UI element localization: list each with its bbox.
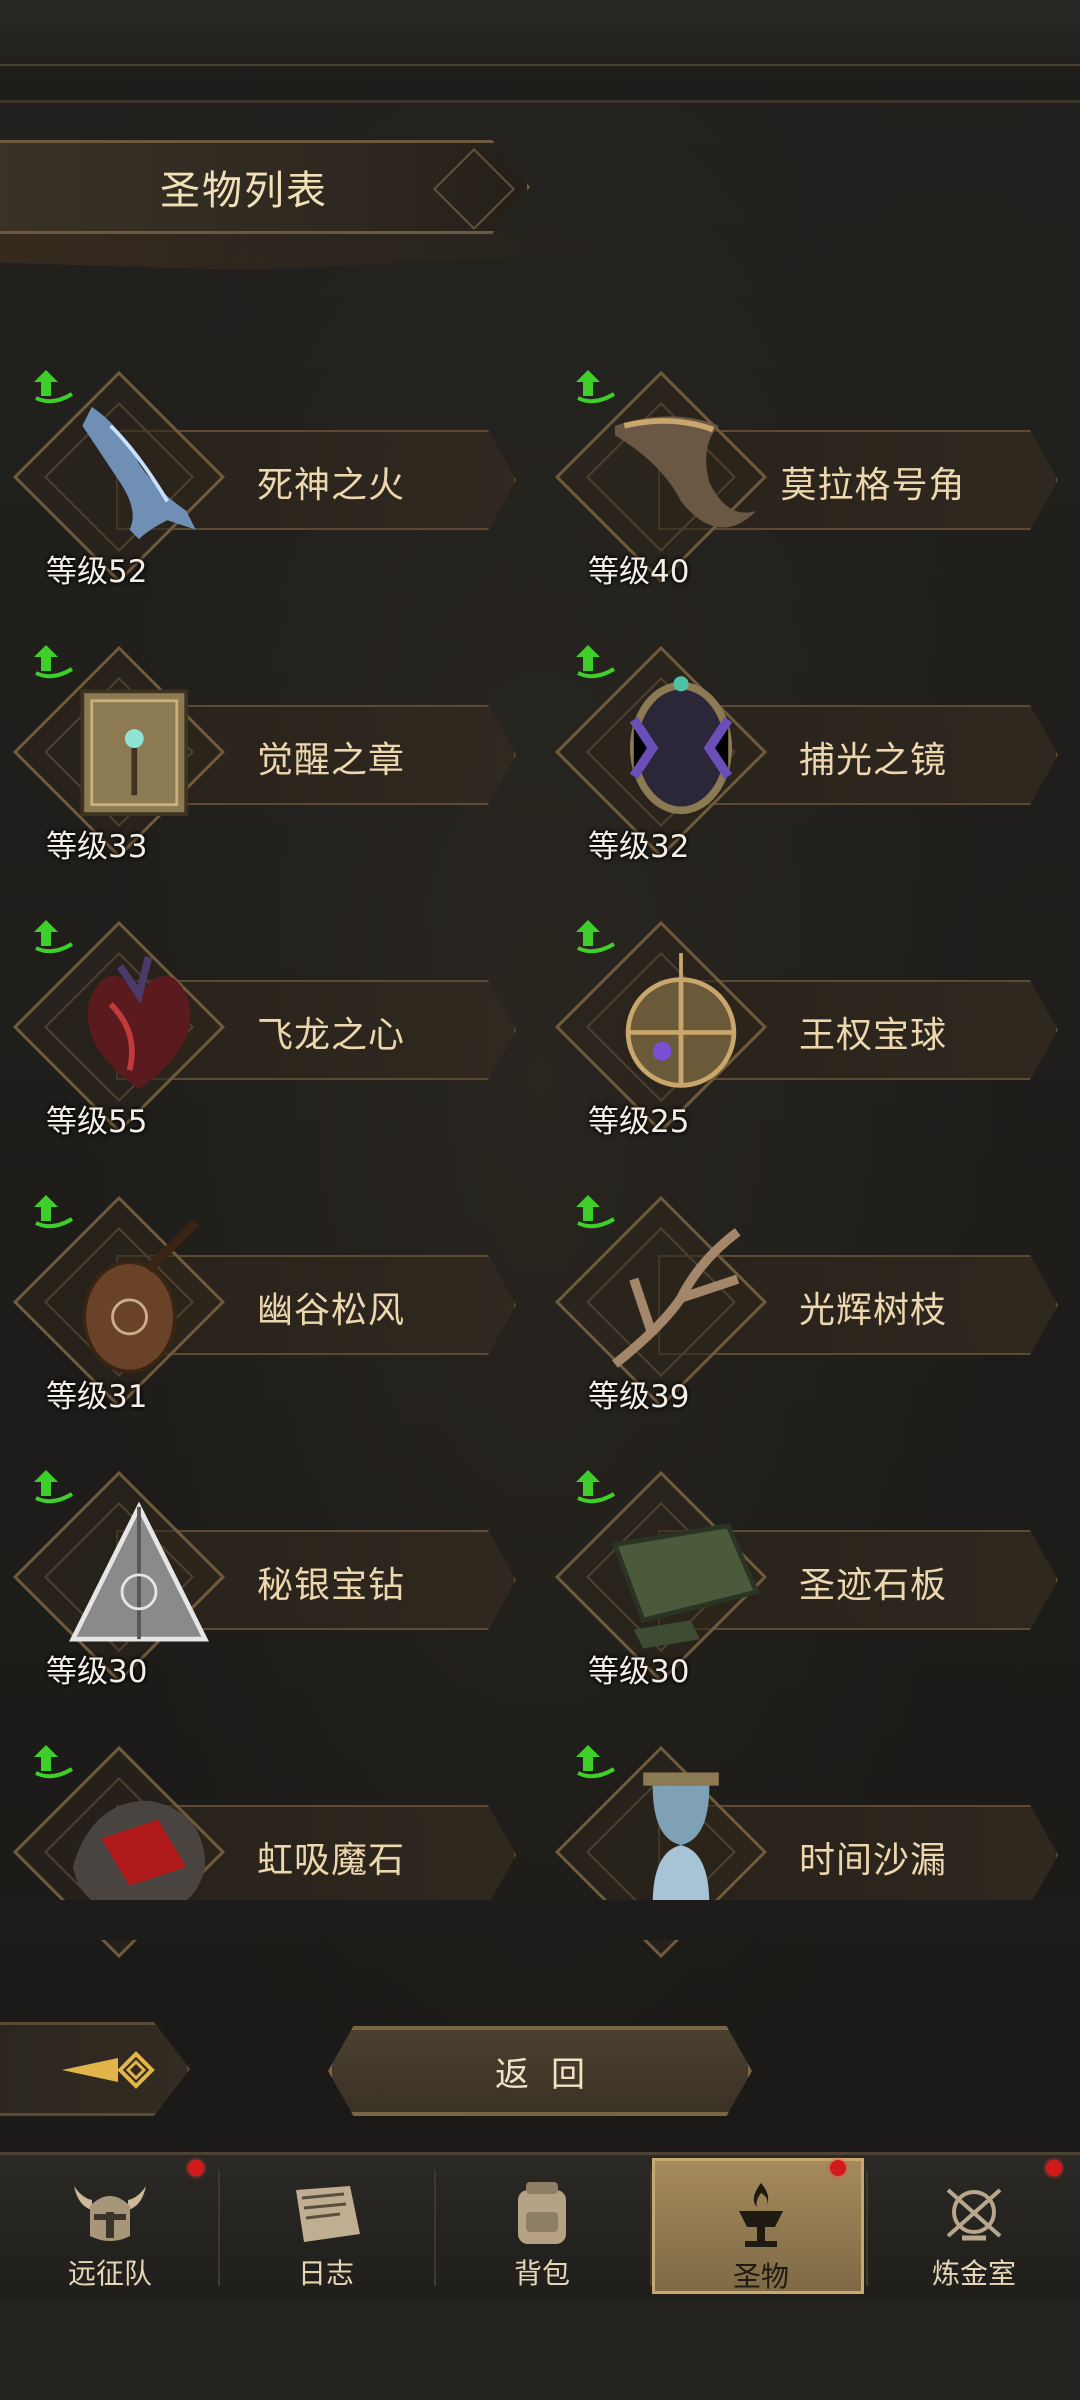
relic-card[interactable]: 莫拉格号角等级40: [548, 368, 1068, 598]
relic-card[interactable]: 光辉树枝等级39: [548, 1193, 1068, 1423]
tab-label: 日志: [297, 2257, 354, 2290]
relic-name: 莫拉格号角: [780, 465, 966, 506]
upgrade-arrow-icon: [34, 1470, 74, 1504]
tab-label: 背包: [513, 2257, 570, 2290]
tab-label: 远征队: [67, 2257, 152, 2290]
tab-label: 炼金室: [931, 2257, 1016, 2290]
backpack-icon: [518, 2182, 566, 2244]
upgrade-arrow-icon: [576, 1195, 616, 1229]
upgrade-arrow-icon: [34, 645, 74, 679]
relic-level: 等级40: [588, 554, 690, 590]
relic-name: 幽谷松风: [256, 1290, 405, 1331]
upgrade-arrow-icon: [34, 370, 74, 404]
relic-level: 等级55: [46, 1104, 148, 1140]
relic-name: 死神之火: [256, 465, 405, 506]
relic-name: 秘银宝钻: [256, 1565, 405, 1606]
upgrade-arrow-icon: [34, 1745, 74, 1779]
relic-card[interactable]: 飞龙之心等级55: [6, 918, 526, 1148]
relic-name: 虹吸魔石: [256, 1840, 405, 1881]
tab-expedition[interactable]: 远征队: [4, 2158, 216, 2294]
relic-level: 等级39: [588, 1379, 690, 1415]
notification-badge: [830, 2160, 846, 2176]
tab-alchemy[interactable]: 炼金室: [868, 2158, 1080, 2294]
relic-card[interactable]: 死神之火等级52: [6, 368, 526, 598]
upgrade-arrow-icon: [576, 1470, 616, 1504]
tab-relics[interactable]: 圣物: [652, 2158, 864, 2294]
relic-name: 圣迹石板: [798, 1565, 947, 1606]
relic-name: 飞龙之心: [256, 1015, 405, 1056]
tab-label: 圣物: [732, 2260, 789, 2293]
return-button[interactable]: 返回: [328, 2026, 752, 2116]
page-title: 圣物列表: [160, 168, 328, 214]
relic-card[interactable]: 捕光之镜等级32: [548, 643, 1068, 873]
brazier-icon: [739, 2183, 783, 2247]
upgrade-arrow-icon: [576, 645, 616, 679]
bottom-frame: [0, 2300, 1080, 2400]
relic-name: 捕光之镜: [798, 740, 947, 781]
relic-level: 等级32: [588, 829, 690, 865]
relic-level: 等级25: [588, 1104, 690, 1140]
relic-card[interactable]: 圣迹石板等级30: [548, 1468, 1068, 1698]
arrow-left-icon: [62, 2051, 155, 2089]
upgrade-arrow-icon: [34, 1195, 74, 1229]
tab-backpack[interactable]: 背包: [436, 2158, 648, 2294]
relic-card[interactable]: 王权宝球等级25: [548, 918, 1068, 1148]
relic-card[interactable]: 幽谷松风等级31: [6, 1193, 526, 1423]
upgrade-arrow-icon: [576, 370, 616, 404]
list-clip-edge: [0, 1900, 1080, 1940]
relic-name: 觉醒之章: [256, 740, 405, 781]
relic-name: 光辉树枝: [798, 1290, 947, 1331]
relic-card[interactable]: 秘银宝钻等级30: [6, 1468, 526, 1698]
relic-level: 等级30: [588, 1654, 690, 1690]
relic-name: 王权宝球: [798, 1015, 947, 1056]
scroll-icon: [296, 2186, 360, 2242]
relic-level: 等级33: [46, 829, 148, 865]
upgrade-arrow-icon: [34, 920, 74, 954]
notification-badge: [1046, 2160, 1062, 2176]
relic-name: 时间沙漏: [798, 1840, 947, 1881]
relic-level: 等级30: [46, 1654, 148, 1690]
notification-badge: [188, 2160, 204, 2176]
relic-level: 等级52: [46, 554, 148, 590]
alchemy-icon: [946, 2188, 1002, 2241]
tab-journal[interactable]: 日志: [220, 2158, 432, 2294]
relic-card[interactable]: 觉醒之章等级33: [6, 643, 526, 873]
upgrade-arrow-icon: [576, 1745, 616, 1779]
relic-level: 等级31: [46, 1379, 148, 1415]
top-frame: [0, 0, 1080, 103]
helmet-icon: [74, 2186, 146, 2241]
upgrade-arrow-icon: [576, 920, 616, 954]
